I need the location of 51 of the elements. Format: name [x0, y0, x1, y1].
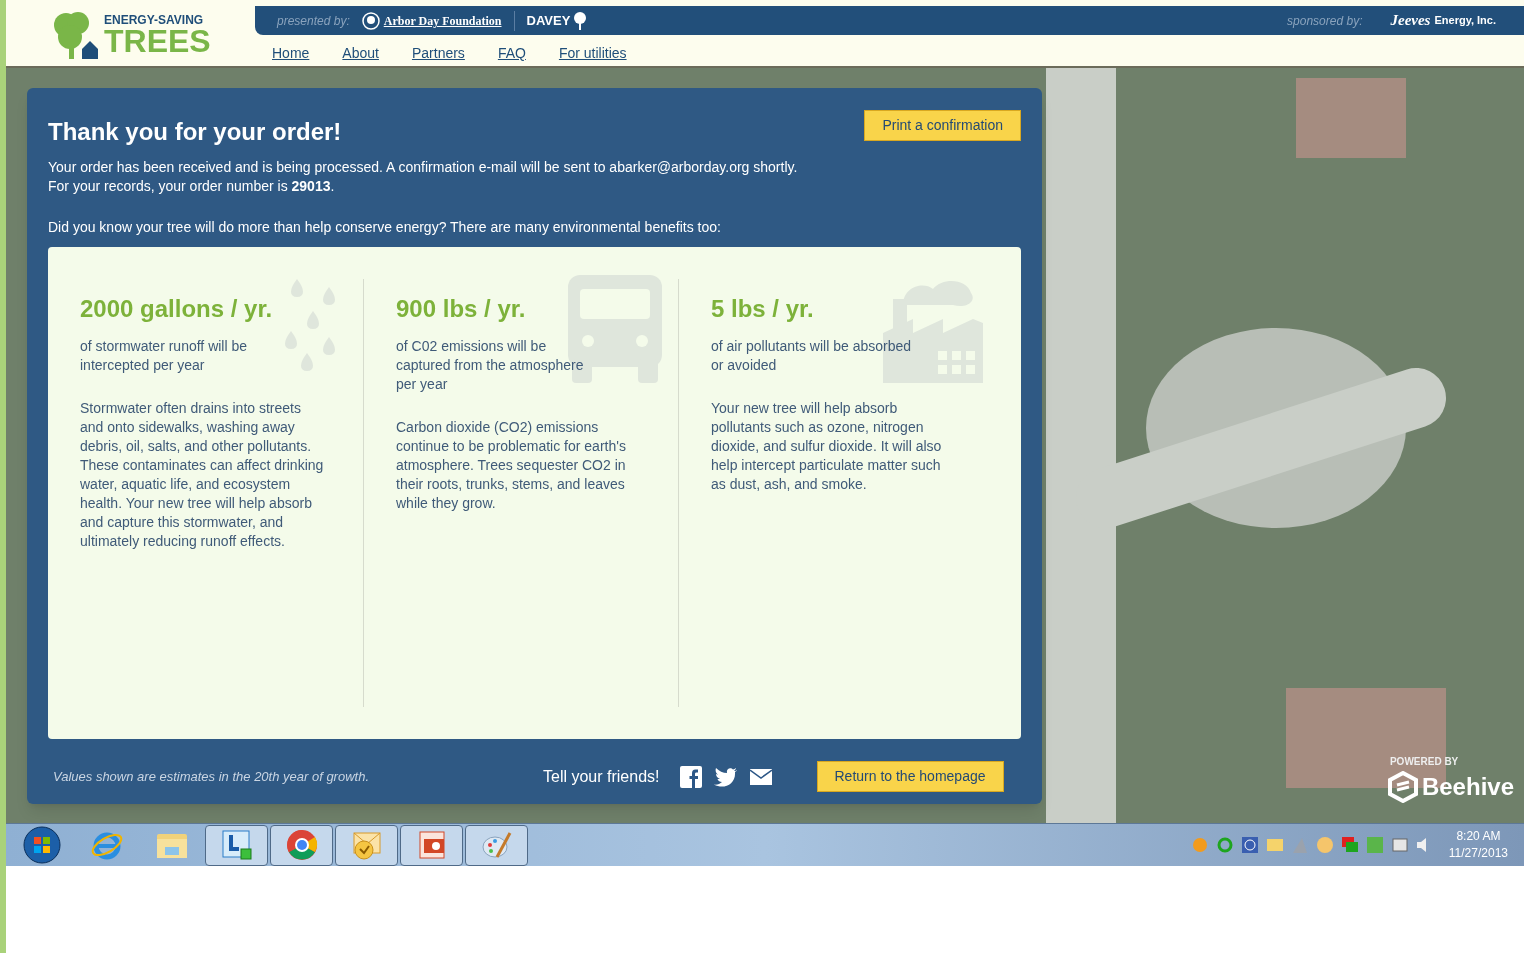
- bird-icon[interactable]: [713, 766, 738, 787]
- benefit-summary: of C02 emissions will be captured from the atmosphere per year: [396, 337, 585, 394]
- order-title: Thank you for your order!: [48, 117, 342, 147]
- return-home-button[interactable]: Return to the homepage: [816, 761, 1004, 792]
- partner-name: DAVEY: [526, 11, 571, 30]
- tree-icon: [572, 11, 589, 30]
- chrome-browser-icon: [285, 829, 318, 861]
- taskbar-app-button[interactable]: [205, 824, 268, 866]
- taskbar-app-button[interactable]: [465, 824, 528, 866]
- nav-link[interactable]: For utilities: [558, 43, 627, 64]
- nav-link[interactable]: Partners: [411, 43, 465, 64]
- print-button[interactable]: Print a confirmation: [864, 110, 1021, 141]
- sponsor-script-logo: Jeeves: [1390, 11, 1431, 31]
- hexagon-logo-icon: [1387, 771, 1418, 803]
- sponsored-by-label: sponsored by:: [1287, 12, 1363, 30]
- clock-date: 11/27/2013: [1448, 845, 1508, 862]
- benefit-stat: 900 lbs / yr.: [396, 294, 527, 324]
- presented-by-label: presented by:: [277, 12, 350, 30]
- sponsor-name: Energy, Inc.: [1434, 13, 1496, 29]
- start-orb-icon: [22, 826, 61, 864]
- nav-link[interactable]: About: [342, 43, 379, 64]
- tree-house-logo-icon: [52, 11, 100, 59]
- partner-name: Arbor Day Foundation: [383, 12, 502, 30]
- benefit-detail: Stormwater often drains into streets and onto sidewalks, washing away debris, oil, salts, and other pollutants. These contaminates can affect drinking water, aquatic life, and ecosystem health. Your new tree will help absorb and capture this stormwater, and ultimately reducing runoff effects.: [80, 399, 325, 551]
- tree-ring-logo-icon: [361, 11, 380, 30]
- mail-icon[interactable]: [749, 768, 772, 785]
- benefit-stat: 5 lbs / yr.: [711, 294, 815, 324]
- order-message: Your order has been received and is being processed. A confirmation e-mail will be sent to abarker@arborday.org shortly.: [48, 158, 799, 177]
- estimate-note: Values shown are estimates in the 20th year of growth.: [53, 767, 371, 786]
- mail-clock-icon: [350, 829, 383, 861]
- speaker-icon[interactable]: [1416, 838, 1429, 852]
- nav-link[interactable]: FAQ: [497, 43, 526, 64]
- facebook-icon[interactable]: [679, 765, 702, 788]
- share-label: Tell your friends!: [543, 766, 660, 787]
- logo-tagline: ENERGY-SAVING: [104, 14, 205, 26]
- taskbar-app-button[interactable]: [335, 824, 398, 866]
- brand-name: Beehive: [1421, 772, 1514, 802]
- benefits-intro: Did you know your tree will do more than help conserve energy? There are many environmental benefits too:: [48, 218, 722, 237]
- benefit-summary: of air pollutants will be absorbed or avoided: [711, 337, 911, 375]
- clock-time: 8:20 AM: [1456, 828, 1501, 845]
- taskbar-app-button[interactable]: [270, 824, 333, 866]
- benefit-detail: Your new tree will help absorb pollutants such as ozone, nitrogen dioxide, and sulfur dioxide. It will also help intercept particulate matter such as dust, ash, and smoke.: [711, 399, 943, 494]
- logo-wordmark: TREES: [104, 26, 211, 56]
- powered-by-label: POWERED BY: [1389, 755, 1459, 769]
- benefit-detail: Carbon dioxide (CO2) emissions continue to be problematic for earth's atmosphere. Trees sequester CO2 in their roots, trunks, stems, and leaves while they grow.: [396, 418, 627, 513]
- nav-link[interactable]: Home: [272, 43, 310, 64]
- chat-app-icon: [220, 829, 253, 861]
- benefit-stat: 2000 gallons / yr.: [80, 294, 274, 324]
- order-message: For your records, your order number is 29013.: [48, 177, 336, 196]
- benefit-summary: of stormwater runoff will be intercepted per year: [80, 337, 249, 375]
- taskbar-app-button[interactable]: [400, 824, 463, 866]
